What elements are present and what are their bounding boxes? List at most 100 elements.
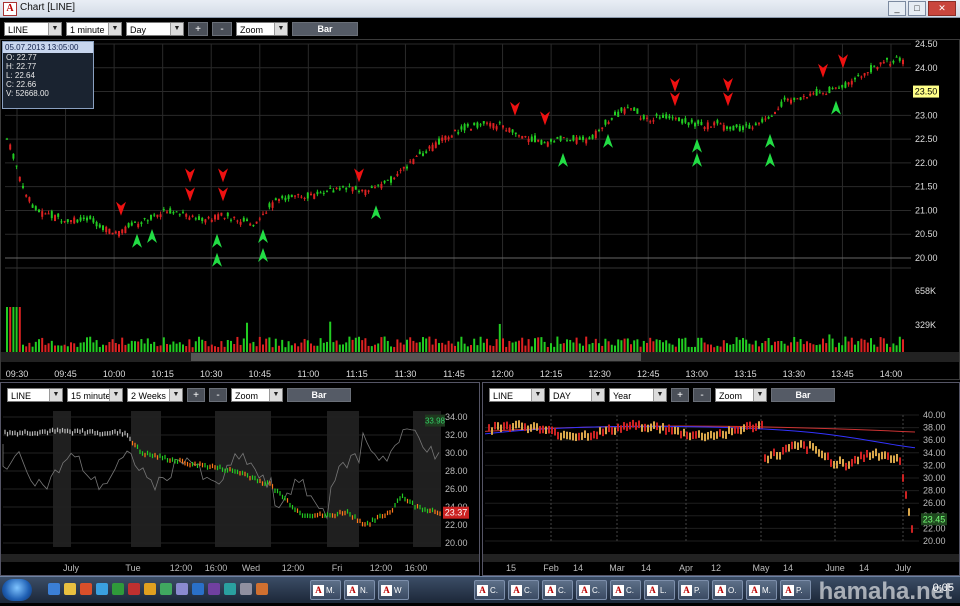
app-icon[interactable] bbox=[176, 583, 188, 595]
bl-zoom-in-button[interactable]: + bbox=[187, 388, 205, 402]
app-icon[interactable] bbox=[64, 583, 76, 595]
app-icon[interactable] bbox=[224, 583, 236, 595]
taskbar-item-label: C. bbox=[592, 585, 600, 595]
volume-bar bbox=[406, 339, 408, 352]
br-chart-type-button[interactable]: Bar bbox=[771, 388, 835, 402]
app-icon[interactable] bbox=[128, 583, 140, 595]
price-candle bbox=[374, 187, 376, 189]
taskbar-item[interactable]: A L. bbox=[644, 580, 675, 600]
volume-bar bbox=[463, 343, 466, 352]
taskbar-item[interactable]: A P. bbox=[780, 580, 811, 600]
volume-bar bbox=[524, 345, 527, 352]
price-candle bbox=[623, 108, 626, 114]
price-candle bbox=[406, 166, 408, 169]
taskbar-item[interactable]: A N. bbox=[344, 580, 375, 600]
br-range-select[interactable]: Year ▼ bbox=[609, 388, 667, 402]
bl-zoom-select[interactable]: Zoom ▼ bbox=[231, 388, 283, 402]
taskbar-item[interactable]: A M. bbox=[746, 580, 777, 600]
app-icon[interactable] bbox=[256, 583, 268, 595]
bl-chart-type-button[interactable]: Bar bbox=[287, 388, 351, 402]
br-interval-select[interactable]: DAY ▼ bbox=[549, 388, 605, 402]
app-icon[interactable] bbox=[112, 583, 124, 595]
app-icon[interactable] bbox=[48, 583, 60, 595]
price-candle bbox=[834, 87, 837, 89]
bl-zoom-out-button[interactable]: - bbox=[209, 388, 227, 402]
volume-bar bbox=[130, 340, 133, 352]
volume-bar bbox=[178, 342, 181, 352]
app-icon[interactable] bbox=[144, 583, 156, 595]
restore-button[interactable]: □ bbox=[908, 1, 926, 16]
volume-bar bbox=[31, 346, 34, 352]
interval-select[interactable]: 1 minute ▼ bbox=[66, 22, 122, 36]
zoom-select[interactable]: Zoom ▼ bbox=[236, 22, 288, 36]
chevron-down-icon: ▼ bbox=[108, 23, 121, 35]
app-icon[interactable] bbox=[160, 583, 172, 595]
taskbar-item-label: M. bbox=[762, 585, 771, 595]
volume-bar bbox=[566, 339, 568, 352]
bottom-left-pane[interactable]: LINE ▼ 15 minutes ▼ 2 Weeks ▼ + - Zoom ▼ Bar… bbox=[0, 382, 480, 576]
minimize-button[interactable]: _ bbox=[888, 1, 906, 16]
volume-bar bbox=[806, 341, 808, 352]
app-icon[interactable] bbox=[80, 583, 92, 595]
app-icon[interactable] bbox=[192, 583, 204, 595]
app-icon[interactable] bbox=[208, 583, 220, 595]
main-chart[interactable]: 24.50 24.00 23.50 23.00 22.50 22.00 21.50 21.00… bbox=[1, 40, 959, 379]
volume-bar bbox=[578, 343, 581, 352]
bottom-right-pane[interactable]: LINE ▼ DAY ▼ Year ▼ + - Zoom ▼ Bar 40.00 38.0… bbox=[482, 382, 960, 576]
volume-bar bbox=[409, 337, 412, 352]
start-button[interactable] bbox=[2, 579, 32, 601]
taskbar-item[interactable]: A C. bbox=[474, 580, 505, 600]
close-button[interactable]: ✕ bbox=[928, 1, 956, 16]
bl-interval-select[interactable]: 15 minutes ▼ bbox=[67, 388, 123, 402]
price-candle bbox=[118, 231, 120, 237]
volume-bar bbox=[441, 342, 444, 352]
volume-bar bbox=[857, 341, 860, 352]
taskbar-item[interactable]: A C. bbox=[508, 580, 539, 600]
info-open: O: 22.77 bbox=[6, 53, 37, 62]
taskbar-item-label: W bbox=[394, 585, 402, 595]
taskbar-item[interactable]: A C. bbox=[576, 580, 607, 600]
taskbar-item[interactable]: A M. bbox=[310, 580, 341, 600]
range-select[interactable]: Day ▼ bbox=[126, 22, 184, 36]
volume-bar bbox=[377, 343, 380, 352]
zoom-out-button[interactable]: - bbox=[212, 22, 232, 36]
volume-bar bbox=[54, 345, 56, 352]
bl-symbol-select[interactable]: LINE ▼ bbox=[7, 388, 63, 402]
zoom-in-button[interactable]: + bbox=[188, 22, 208, 36]
price-candle bbox=[22, 185, 24, 188]
app-icon[interactable] bbox=[240, 583, 252, 595]
time-tick-label: 15 bbox=[506, 563, 516, 573]
chevron-down-icon: ▼ bbox=[170, 23, 183, 35]
taskbar-item[interactable]: A C. bbox=[610, 580, 641, 600]
symbol-select[interactable]: LINE ▼ bbox=[4, 22, 62, 36]
br-zoom-in-button[interactable]: + bbox=[671, 388, 689, 402]
ohlc-info-box: 05.07.2013 13:05:00 O: 22.77 H: 22.77 L:… bbox=[2, 41, 94, 109]
price-candle bbox=[796, 98, 799, 100]
main-chart-pane[interactable]: 24.50 24.00 23.50 23.00 22.50 22.00 21.50 21.00… bbox=[0, 39, 960, 380]
bl-chart[interactable]: 34.0032.0030.0028.0026.0024.0022.0020.00… bbox=[1, 405, 479, 575]
price-candle bbox=[342, 186, 344, 188]
br-chart[interactable]: 40.00 38.00 36.00 34.00 32.00 30.00 28.00 26.00… bbox=[483, 405, 959, 575]
br-symbol-select[interactable]: LINE ▼ bbox=[489, 388, 545, 402]
taskbar-item[interactable]: A P. bbox=[678, 580, 709, 600]
br-zoom-out-button[interactable]: - bbox=[693, 388, 711, 402]
volume-bar bbox=[351, 339, 354, 352]
price-candle bbox=[294, 195, 296, 197]
taskbar-item-label: P. bbox=[694, 585, 701, 595]
price-candle bbox=[230, 219, 232, 221]
bl-range-select[interactable]: 2 Weeks ▼ bbox=[127, 388, 183, 402]
volume-bar bbox=[639, 346, 642, 352]
taskbar-item[interactable]: AW bbox=[378, 580, 409, 600]
price-candle bbox=[111, 232, 114, 235]
taskbar-item[interactable]: A O. bbox=[712, 580, 743, 600]
price-candle bbox=[681, 119, 684, 124]
chart-type-button[interactable]: Bar bbox=[292, 22, 358, 36]
price-candle bbox=[130, 222, 133, 226]
br-zoom-select[interactable]: Zoom ▼ bbox=[715, 388, 767, 402]
volume-bar bbox=[364, 338, 367, 352]
time-tick-label: 11:00 bbox=[297, 369, 319, 379]
app-icon[interactable] bbox=[96, 583, 108, 595]
taskbar-item[interactable]: A C. bbox=[542, 580, 573, 600]
volume-bar bbox=[553, 346, 556, 352]
price-candle bbox=[137, 223, 140, 228]
